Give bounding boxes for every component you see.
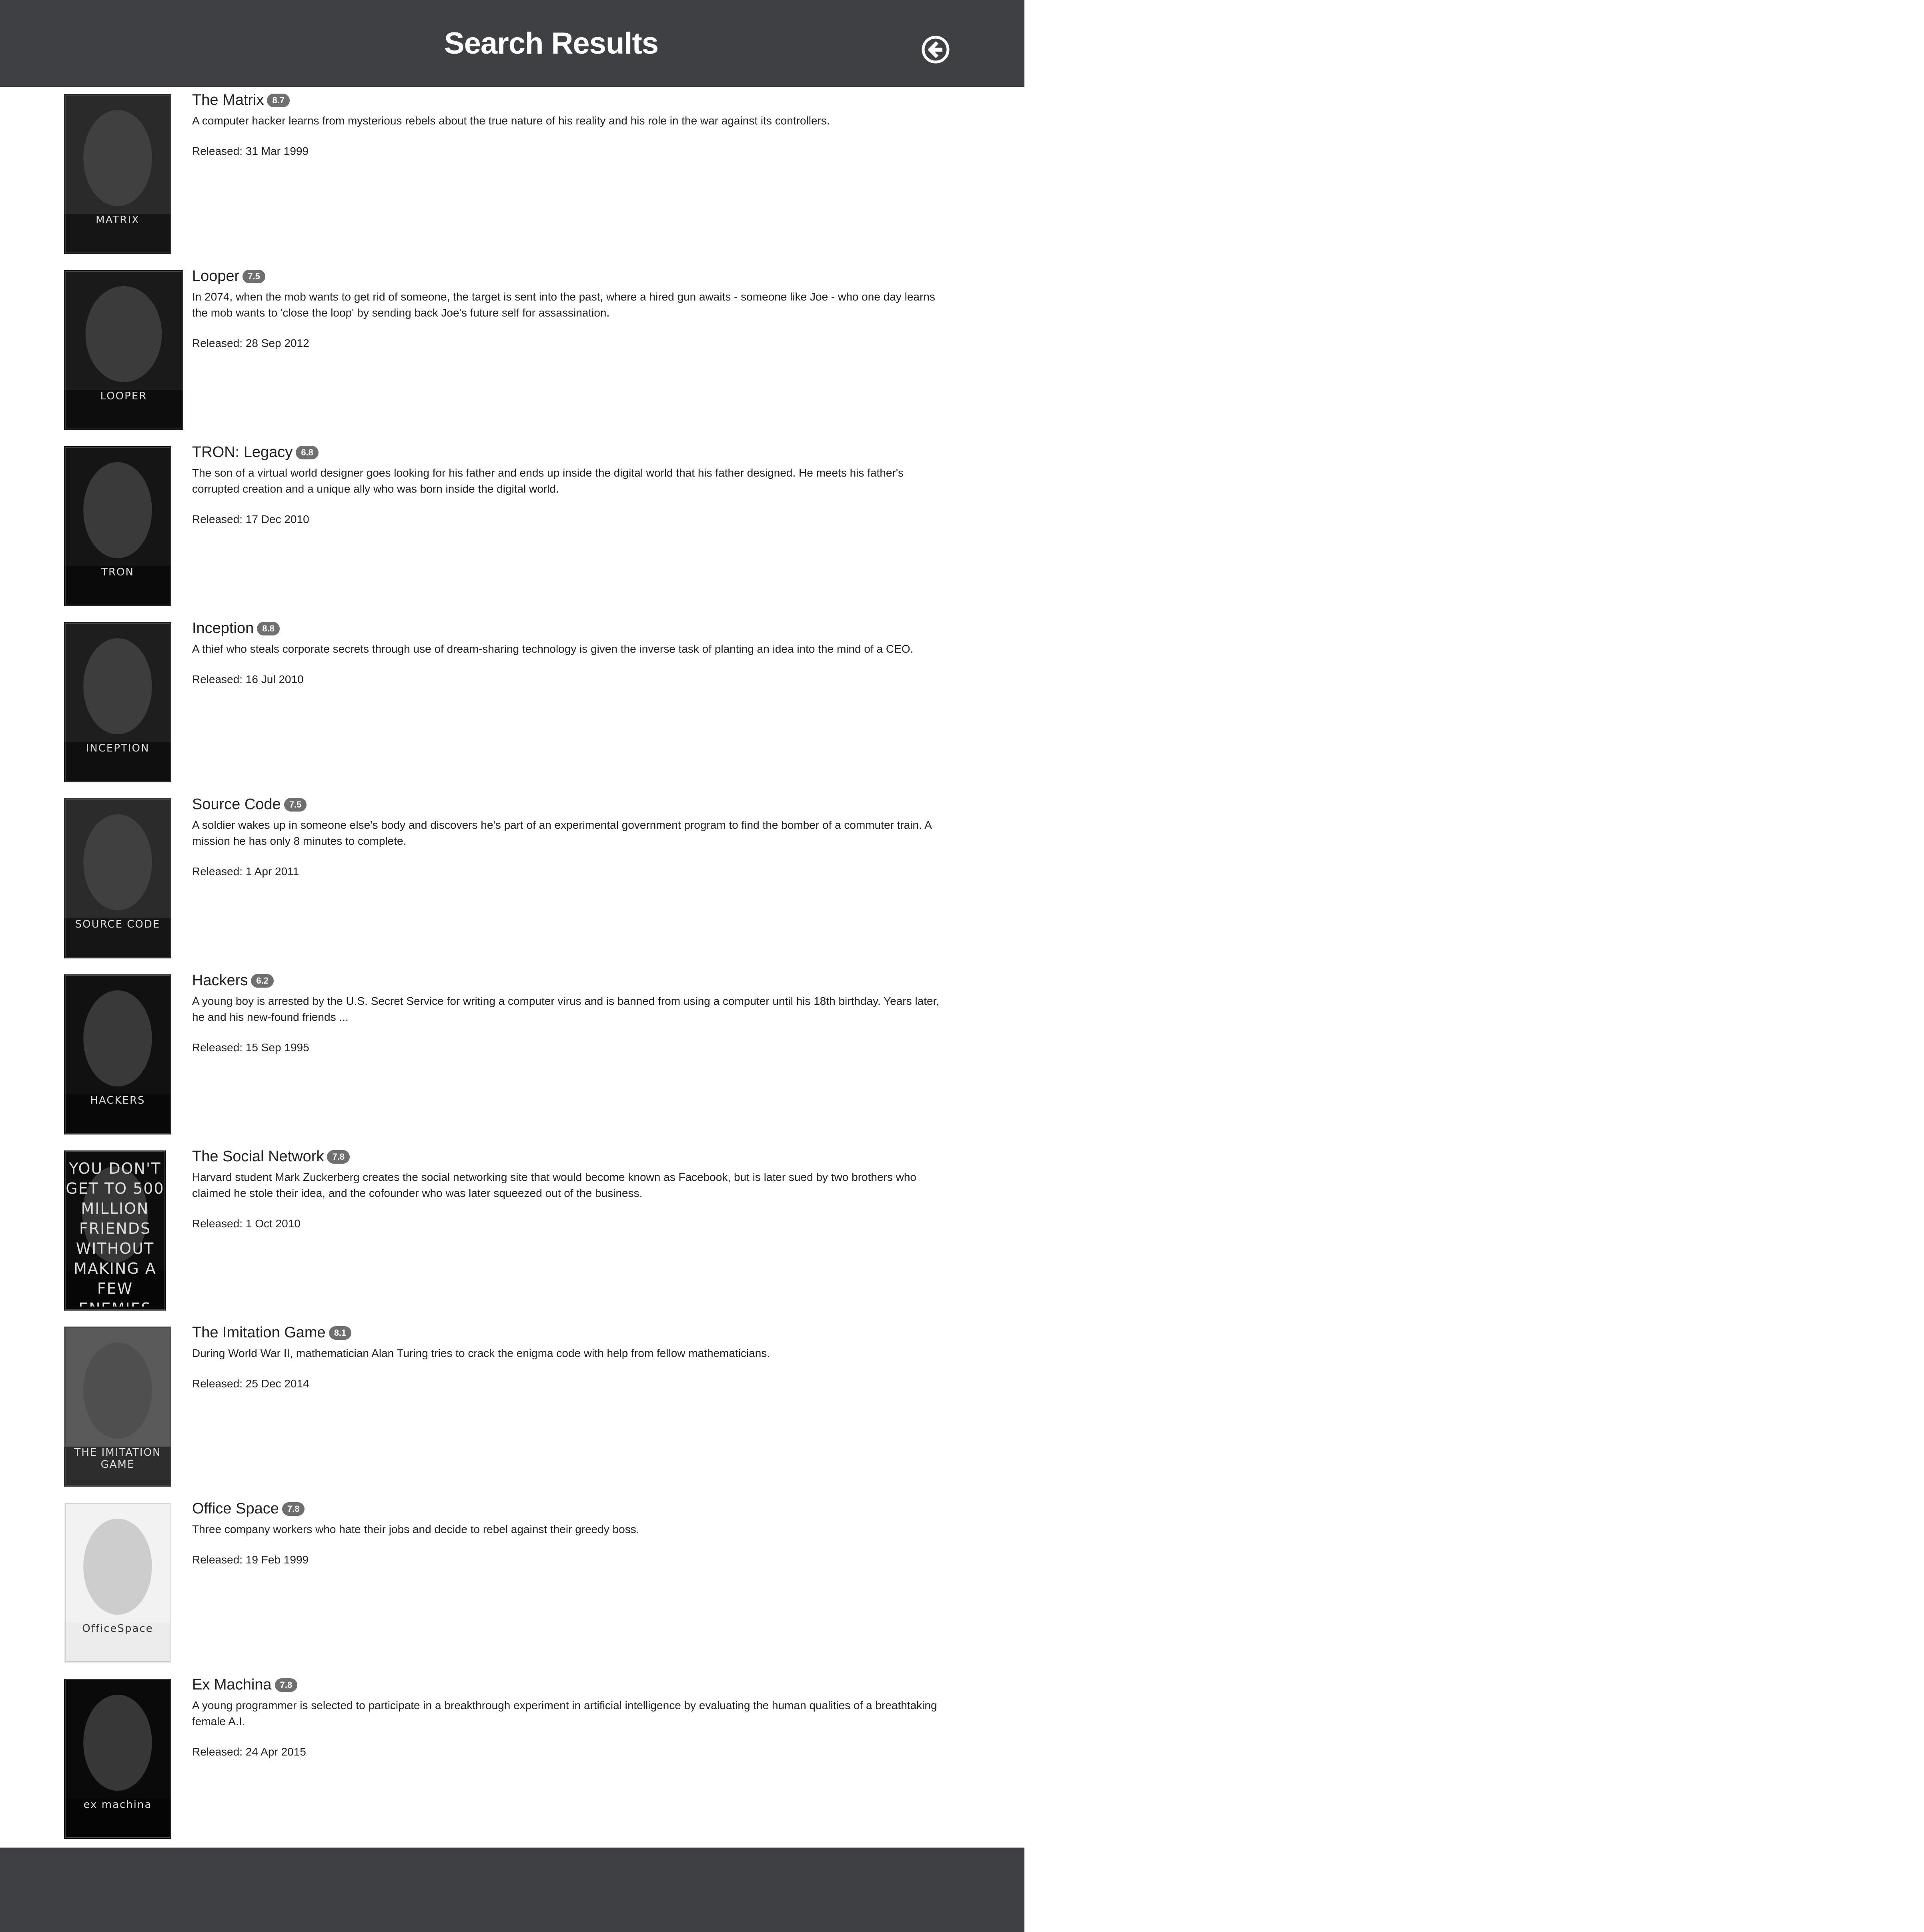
- result-item[interactable]: OfficeSpace Office Space 7.8 Three company …: [0, 1495, 1024, 1671]
- movie-info: Source Code 7.5 A soldier wakes up in some…: [192, 796, 952, 878]
- movie-info: Hackers 6.2 A young boy is arrested by the…: [192, 972, 952, 1054]
- movie-overview: In 2074, when the mob wants to get rid o…: [192, 291, 935, 319]
- movie-info: Ex Machina 7.8 A young programmer is selec…: [192, 1676, 952, 1758]
- movie-title[interactable]: TRON: Legacy: [192, 444, 293, 461]
- movie-info: The Social Network 7.8 Harvard student Mar…: [192, 1148, 952, 1230]
- poster-title-text: LOOPER: [100, 390, 147, 402]
- result-item[interactable]: THE IMITATION GAME The Imitation Game 8.1 D…: [0, 1319, 1024, 1495]
- movie-overview: A thief who steals corporate secrets thr…: [192, 643, 914, 655]
- app-root: Search Results MATRIX The Matrix 8.7 A comp…: [0, 0, 1924, 1932]
- result-item[interactable]: LOOPER Looper 7.5 In 2074, when the mob wan…: [0, 263, 1024, 439]
- movie-title[interactable]: Ex Machina: [192, 1676, 272, 1694]
- movie-title[interactable]: Looper: [192, 268, 239, 285]
- release-date: Released: 25 Dec 2014: [192, 1377, 309, 1390]
- movie-overview: A computer hacker learns from mysterious…: [192, 114, 830, 127]
- movie-info: TRON: Legacy 6.8 The son of a virtual worl…: [192, 444, 952, 526]
- movie-overview: A young boy is arrested by the U.S. Secr…: [192, 995, 940, 1023]
- result-item[interactable]: ex machina Ex Machina 7.8 A young programme…: [0, 1671, 1024, 1848]
- release-date: Released: 17 Dec 2010: [192, 513, 309, 525]
- poster-title-text: HACKERS: [90, 1094, 145, 1106]
- release-date: Released: 28 Sep 2012: [192, 337, 309, 349]
- movie-poster[interactable]: HACKERS: [64, 974, 171, 1134]
- movie-overview: The son of a virtual world designer goes…: [192, 467, 904, 495]
- result-item[interactable]: INCEPTION Inception 8.8 A thief who steals …: [0, 615, 1024, 791]
- poster-title-text: MATRIX: [96, 214, 140, 226]
- release-date: Released: 1 Apr 2011: [192, 865, 299, 878]
- movie-info: The Matrix 8.7 A computer hacker learns fr…: [192, 92, 952, 158]
- movie-poster[interactable]: INCEPTION: [64, 622, 171, 782]
- poster-title-text: TRON: [101, 566, 134, 578]
- poster-title-text: OfficeSpace: [82, 1623, 153, 1635]
- release-date: Released: 24 Apr 2015: [192, 1746, 306, 1758]
- result-item[interactable]: YOU DON'T GET TO 500 MILLION FRIENDS WIT…: [0, 1143, 1024, 1319]
- movie-overview: Harvard student Mark Zuckerberg creates …: [192, 1171, 917, 1199]
- movie-title[interactable]: The Social Network: [192, 1148, 324, 1165]
- poster-title-text: ex machina: [83, 1799, 152, 1811]
- rating-badge: 7.8: [275, 1678, 298, 1692]
- poster-title-text: SOURCE CODE: [75, 918, 160, 930]
- rating-badge: 7.8: [282, 1502, 305, 1516]
- movie-title[interactable]: The Imitation Game: [192, 1324, 326, 1341]
- arrow-left-circle-icon: [922, 36, 950, 64]
- rating-badge: 6.8: [296, 445, 319, 459]
- movie-overview: Three company workers who hate their job…: [192, 1523, 639, 1535]
- movie-poster[interactable]: ex machina: [64, 1679, 171, 1839]
- release-date: Released: 19 Feb 1999: [192, 1553, 309, 1566]
- result-item[interactable]: TRON TRON: Legacy 6.8 The son of a virtual …: [0, 439, 1024, 615]
- rating-badge: 7.5: [243, 269, 265, 283]
- movie-title[interactable]: Source Code: [192, 796, 281, 813]
- movie-overview: During World War II, mathematician Alan …: [192, 1347, 770, 1359]
- movie-info: Inception 8.8 A thief who steals corporate…: [192, 620, 952, 686]
- release-date: Released: 16 Jul 2010: [192, 673, 304, 685]
- release-date: Released: 15 Sep 1995: [192, 1041, 309, 1054]
- rating-badge: 6.2: [251, 974, 274, 988]
- movie-overview: A soldier wakes up in someone else's bod…: [192, 819, 932, 847]
- rating-badge: 7.5: [284, 798, 307, 812]
- release-date: Released: 31 Mar 1999: [192, 145, 309, 157]
- result-item[interactable]: SOURCE CODE Source Code 7.5 A soldier wakes…: [0, 791, 1024, 967]
- release-date: Released: 1 Oct 2010: [192, 1217, 301, 1230]
- movie-poster[interactable]: SOURCE CODE: [64, 798, 171, 958]
- movie-poster[interactable]: THE IMITATION GAME: [64, 1327, 171, 1487]
- rating-badge: 8.8: [257, 621, 280, 635]
- back-button[interactable]: [921, 35, 950, 64]
- movie-info: The Imitation Game 8.1 During World War II…: [192, 1324, 952, 1390]
- footer-bar: [0, 1848, 1024, 1932]
- movie-info: Looper 7.5 In 2074, when the mob wants to …: [192, 268, 952, 350]
- rating-badge: 8.1: [329, 1326, 352, 1340]
- movie-info: Office Space 7.8 Three company workers who…: [192, 1500, 952, 1566]
- movie-title[interactable]: The Matrix: [192, 92, 264, 109]
- movie-title[interactable]: Hackers: [192, 972, 248, 989]
- movie-poster[interactable]: OfficeSpace: [64, 1503, 171, 1663]
- poster-title-text: THE IMITATION GAME: [74, 1447, 161, 1471]
- result-item[interactable]: HACKERS Hackers 6.2 A young boy is arrested…: [0, 967, 1024, 1143]
- poster-title-text: INCEPTION: [86, 742, 150, 754]
- rating-badge: 7.8: [327, 1150, 350, 1164]
- movie-title[interactable]: Office Space: [192, 1500, 279, 1517]
- header-bar: Search Results: [0, 0, 1024, 87]
- rating-badge: 8.7: [267, 93, 290, 107]
- movie-poster[interactable]: YOU DON'T GET TO 500 MILLION FRIENDS WIT…: [64, 1150, 166, 1311]
- movie-title[interactable]: Inception: [192, 620, 254, 637]
- movie-poster[interactable]: MATRIX: [64, 94, 171, 254]
- poster-title-text: YOU DON'T GET TO 500 MILLION FRIENDS WIT…: [66, 1160, 164, 1307]
- movie-poster[interactable]: LOOPER: [64, 270, 183, 430]
- movie-overview: A young programmer is selected to partic…: [192, 1699, 937, 1728]
- result-item[interactable]: MATRIX The Matrix 8.7 A computer hacker lea…: [0, 87, 1024, 263]
- movie-poster[interactable]: TRON: [64, 446, 171, 606]
